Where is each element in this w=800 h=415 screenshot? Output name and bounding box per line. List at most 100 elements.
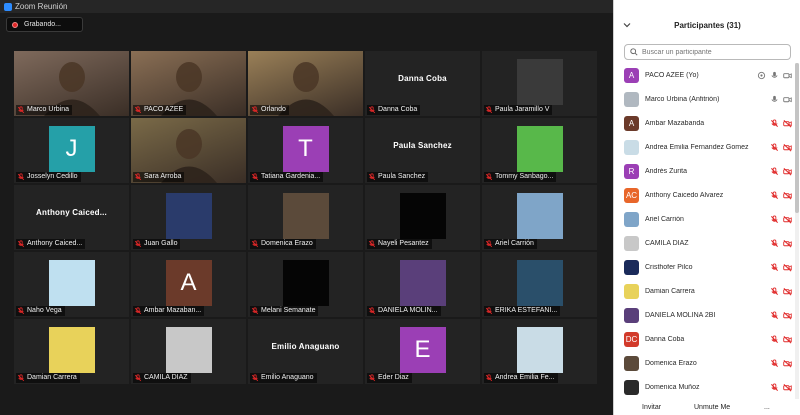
tile-name-label: Eder Diaz: [367, 373, 412, 383]
mic-muted-icon: [485, 374, 493, 382]
participant-row[interactable]: DC Danna Coba: [614, 327, 794, 351]
mic-icon: [771, 71, 778, 78]
tile-name-text: Tatiana Gardenia...: [261, 173, 321, 180]
video-tile[interactable]: Juan Gallo: [131, 185, 246, 250]
video-tile[interactable]: Melani Semanate: [248, 252, 363, 317]
video-tile[interactable]: Emilio Anaguano Emilio Anaguano: [248, 319, 363, 384]
participant-row[interactable]: Marco Urbina (Anfitrión): [614, 87, 794, 111]
avatar-image: [165, 193, 212, 239]
video-tile[interactable]: Danna Coba Danna Coba: [365, 51, 480, 116]
participant-row[interactable]: AC Anthony Caicedo Alvarez: [614, 183, 794, 207]
participant-name: Ambar Mazabanda: [645, 119, 705, 127]
avatar-image: [516, 126, 563, 172]
avatar-letter: A: [165, 260, 212, 306]
participant-status: [770, 143, 792, 152]
mic-muted-icon: [368, 240, 376, 248]
participant-row[interactable]: DANIELA MOLINA 2BI: [614, 303, 794, 327]
video-camera-icon: [783, 97, 792, 103]
video-tile[interactable]: Paula Sanchez Paula Sanchez: [365, 118, 480, 183]
video-tile[interactable]: Tommy Sanbago...: [482, 118, 597, 183]
video-tile[interactable]: Nayeli Pesantez: [365, 185, 480, 250]
participant-row[interactable]: Andrea Emilia Fernandez Gomez: [614, 135, 794, 159]
recording-indicator[interactable]: Grabando...: [6, 17, 83, 32]
unmute-me-button[interactable]: Unmute Me: [694, 402, 730, 413]
mic-muted-icon: [770, 335, 779, 344]
video-off-icon: [783, 167, 792, 176]
mic-muted-icon: [485, 106, 493, 114]
avatar-image: [399, 193, 446, 239]
video-tile[interactable]: Sara Arroba: [131, 118, 246, 183]
participant-name: Domenica Erazo: [645, 359, 697, 367]
participant-row[interactable]: A PACO AZEE (Yo): [614, 63, 794, 87]
scrollbar[interactable]: [795, 63, 799, 399]
video-tile[interactable]: Paula Jaramillo V: [482, 51, 597, 116]
tile-name-label: Melani Semanate: [250, 306, 319, 316]
video-tile[interactable]: Orlando: [248, 51, 363, 116]
participant-row[interactable]: Cristhofer Pilco: [614, 255, 794, 279]
participant-row[interactable]: CAMILA DIAZ: [614, 231, 794, 255]
tile-name-label: ERIKA ESTEFANI...: [484, 306, 561, 316]
participant-avatar: R: [624, 163, 639, 179]
participant-avatar: A: [624, 67, 639, 83]
participant-avatar: [624, 379, 639, 395]
participant-row[interactable]: A Ambar Mazabanda: [614, 111, 794, 135]
participant-row[interactable]: R Andrés Zurita: [614, 159, 794, 183]
video-off-icon: [783, 263, 792, 272]
display-name: Paula Sanchez: [393, 141, 452, 150]
participant-status: [770, 359, 792, 368]
video-tile[interactable]: Marco Urbina: [14, 51, 129, 116]
more-button[interactable]: ...: [764, 402, 770, 413]
participant-row[interactable]: Damian Carrera: [614, 279, 794, 303]
participant-avatar: [624, 139, 639, 155]
avatar-letter: T: [282, 126, 329, 172]
tile-name-label: Tatiana Gardenia...: [250, 172, 324, 182]
search-input[interactable]: [642, 48, 782, 56]
mic-muted-icon: [368, 106, 376, 114]
video-tile[interactable]: Andrea Emilia Fe...: [482, 319, 597, 384]
tile-name-text: PACO AZEE: [144, 106, 184, 113]
tile-name-label: Nayeli Pesantez: [367, 239, 432, 249]
scrollbar-thumb[interactable]: [795, 63, 799, 213]
tile-name-text: Tommy Sanbago...: [495, 173, 554, 180]
participant-avatar: [624, 91, 639, 107]
video-tile[interactable]: PACO AZEE: [131, 51, 246, 116]
participant-row[interactable]: Domenica Muñoz: [614, 375, 794, 399]
video-tile[interactable]: Domenica Erazo: [248, 185, 363, 250]
video-tile[interactable]: DANIELA MOLIN...: [365, 252, 480, 317]
avatar-image: [516, 260, 563, 306]
video-tile[interactable]: ERIKA ESTEFANI...: [482, 252, 597, 317]
video-tile[interactable]: E Eder Diaz: [365, 319, 480, 384]
mic-muted-icon: [368, 307, 376, 315]
video-tile[interactable]: Ariel Carrión: [482, 185, 597, 250]
video-tile[interactable]: T Tatiana Gardenia...: [248, 118, 363, 183]
tile-name-text: Josselyn Cedillo: [27, 173, 78, 180]
participant-name: Ariel Carrión: [645, 215, 684, 223]
search-box[interactable]: [624, 44, 791, 60]
mic-muted-icon: [770, 119, 779, 128]
tile-name-label: Domenica Erazo: [250, 239, 316, 249]
mic-muted-icon: [485, 307, 493, 315]
video-tile[interactable]: J Josselyn Cedillo: [14, 118, 129, 183]
video-tile[interactable]: A Ambar Mazaban...: [131, 252, 246, 317]
avatar-letter: J: [48, 126, 95, 172]
participant-status: [770, 191, 792, 200]
participant-avatar: [624, 235, 639, 251]
video-tile[interactable]: Damian Carrera: [14, 319, 129, 384]
participant-row[interactable]: Domenica Erazo: [614, 351, 794, 375]
zoom-window: Zoom Reunión Grabando... Marco Urbina PAC…: [0, 0, 800, 415]
video-tile[interactable]: Anthony Caiced... Anthony Caiced...: [14, 185, 129, 250]
tile-name-text: Melani Semanate: [261, 307, 316, 314]
tile-name-text: Andrea Emilia Fe...: [495, 374, 555, 381]
participant-row[interactable]: Ariel Carrión: [614, 207, 794, 231]
avatar-letter: E: [399, 327, 446, 373]
video-tile[interactable]: Naho Vega: [14, 252, 129, 317]
tile-name-label: Paula Sanchez: [367, 172, 429, 182]
video-tile[interactable]: CAMILA DIAZ: [131, 319, 246, 384]
mic-muted-icon: [770, 215, 779, 224]
tile-name-label: Tommy Sanbago...: [484, 172, 557, 182]
tile-name-text: Emilio Anaguano: [261, 374, 314, 381]
invite-button[interactable]: Invitar: [642, 402, 661, 413]
participant-avatar: [624, 307, 639, 323]
participant-status: [770, 335, 792, 344]
video-off-icon: [783, 335, 792, 344]
